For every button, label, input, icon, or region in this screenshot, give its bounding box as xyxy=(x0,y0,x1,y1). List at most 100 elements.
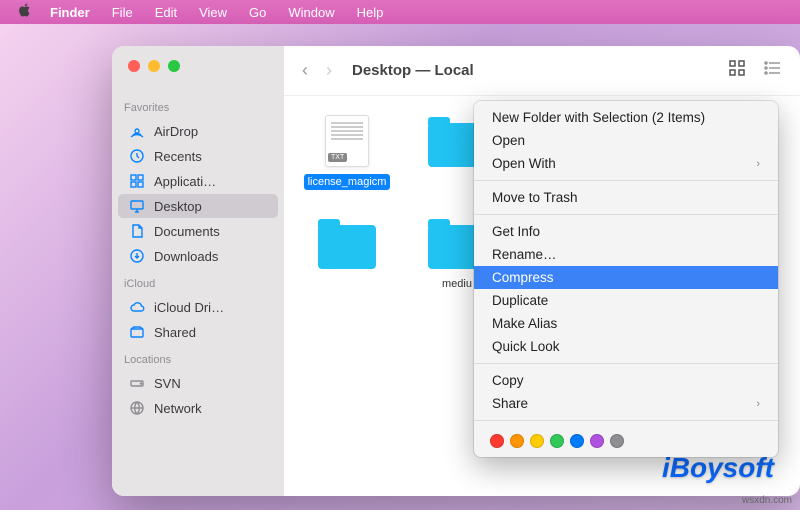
sidebar-item-label: Network xyxy=(154,401,202,416)
sidebar-item-label: iCloud Dri… xyxy=(154,300,224,315)
context-menu-label: New Folder with Selection (2 Items) xyxy=(492,110,705,125)
watermark-site: wsxdn.com xyxy=(742,495,792,506)
window-controls xyxy=(112,60,284,72)
close-button[interactable] xyxy=(128,60,140,72)
icon-view-button[interactable] xyxy=(728,59,746,82)
context-menu-item-move-to-trash[interactable]: Move to Trash xyxy=(474,186,778,209)
file-item[interactable] xyxy=(304,214,390,292)
file-label: license_magicm xyxy=(304,174,391,190)
context-menu-item-compress[interactable]: Compress xyxy=(474,266,778,289)
context-menu: New Folder with Selection (2 Items) Open O… xyxy=(474,101,778,457)
sidebar-item-svn[interactable]: SVN xyxy=(118,371,278,395)
cloud-icon xyxy=(128,299,146,315)
sidebar-item-label: Recents xyxy=(154,149,202,164)
context-menu-label: Duplicate xyxy=(492,293,548,308)
context-menu-item-make-alias[interactable]: Make Alias xyxy=(474,312,778,335)
finder-window: Favorites AirDrop Recents Applicati… Desktop… xyxy=(112,46,800,496)
file-label xyxy=(343,276,351,278)
context-menu-item-open[interactable]: Open xyxy=(474,129,778,152)
minimize-button[interactable] xyxy=(148,60,160,72)
sidebar-item-documents[interactable]: Documents xyxy=(118,219,278,243)
separator xyxy=(474,420,778,421)
sidebar: Favorites AirDrop Recents Applicati… Desktop… xyxy=(112,46,284,496)
back-button[interactable]: ‹ xyxy=(302,60,308,81)
menubar-view[interactable]: View xyxy=(199,5,227,20)
menubar: Finder File Edit View Go Window Help xyxy=(0,0,800,24)
sidebar-item-label: Applicati… xyxy=(154,174,216,189)
content-area[interactable]: TXTlicense_magicmTXTtest1mediu New Folde… xyxy=(284,96,800,496)
menubar-file[interactable]: File xyxy=(112,5,133,20)
tag-color[interactable] xyxy=(570,434,584,448)
apps-icon xyxy=(128,173,146,189)
desktop-icon xyxy=(128,198,146,214)
separator xyxy=(474,180,778,181)
context-menu-label: Copy xyxy=(492,373,524,388)
downloads-icon xyxy=(128,248,146,264)
menubar-go[interactable]: Go xyxy=(249,5,266,20)
sidebar-section-label: Favorites xyxy=(112,98,284,118)
sidebar-item-label: Desktop xyxy=(154,199,202,214)
file-label: mediu xyxy=(438,276,476,292)
context-menu-item-copy[interactable]: Copy xyxy=(474,369,778,392)
context-menu-label: Quick Look xyxy=(492,339,560,354)
folder-icon xyxy=(318,225,376,269)
context-menu-item-quick-look[interactable]: Quick Look xyxy=(474,335,778,358)
context-menu-item-open-with[interactable]: Open With › xyxy=(474,152,778,175)
forward-button[interactable]: › xyxy=(326,60,332,81)
sidebar-item-airdrop[interactable]: AirDrop xyxy=(118,119,278,143)
sidebar-item-recents[interactable]: Recents xyxy=(118,144,278,168)
clock-icon xyxy=(128,148,146,164)
zoom-button[interactable] xyxy=(168,60,180,72)
context-menu-item-new-folder-with-selection-items[interactable]: New Folder with Selection (2 Items) xyxy=(474,106,778,129)
sidebar-item-label: SVN xyxy=(154,376,181,391)
context-menu-label: Make Alias xyxy=(492,316,557,331)
list-view-button[interactable] xyxy=(764,59,782,82)
main-area: ‹ › Desktop — Local TXT license_magicmTXT… xyxy=(284,46,800,496)
context-menu-label: Compress xyxy=(492,270,554,285)
toolbar: ‹ › Desktop — Local xyxy=(284,46,800,96)
sidebar-item-applicati[interactable]: Applicati… xyxy=(118,169,278,193)
text-file-icon: TXT xyxy=(325,115,369,167)
file-label xyxy=(453,174,461,176)
sidebar-section-label: Locations xyxy=(112,350,284,370)
menubar-window[interactable]: Window xyxy=(288,5,334,20)
menubar-help[interactable]: Help xyxy=(357,5,384,20)
context-menu-label: Open xyxy=(492,133,525,148)
sidebar-section-label: iCloud xyxy=(112,274,284,294)
context-menu-item-rename[interactable]: Rename… xyxy=(474,243,778,266)
apple-logo-icon[interactable] xyxy=(18,3,32,21)
context-menu-label: Open With xyxy=(492,156,556,171)
airdrop-icon xyxy=(128,123,146,139)
file-item[interactable]: TXT license_magicm xyxy=(304,112,390,190)
tag-color[interactable] xyxy=(490,434,504,448)
sidebar-item-network[interactable]: Network xyxy=(118,396,278,420)
sidebar-item-label: Downloads xyxy=(154,249,218,264)
sidebar-item-label: Documents xyxy=(154,224,220,239)
sidebar-item-iclouddri[interactable]: iCloud Dri… xyxy=(118,295,278,319)
tag-color[interactable] xyxy=(550,434,564,448)
tag-color[interactable] xyxy=(510,434,524,448)
context-menu-item-duplicate[interactable]: Duplicate xyxy=(474,289,778,312)
chevron-right-icon: › xyxy=(756,398,760,410)
menubar-app[interactable]: Finder xyxy=(50,5,90,20)
tag-color-row xyxy=(474,426,778,452)
drive-icon xyxy=(128,375,146,391)
sidebar-item-label: AirDrop xyxy=(154,124,198,139)
sidebar-item-desktop[interactable]: Desktop xyxy=(118,194,278,218)
context-menu-label: Share xyxy=(492,396,528,411)
chevron-right-icon: › xyxy=(756,158,760,170)
context-menu-label: Get Info xyxy=(492,224,540,239)
context-menu-item-share[interactable]: Share › xyxy=(474,392,778,415)
sidebar-item-label: Shared xyxy=(154,325,196,340)
context-menu-item-get-info[interactable]: Get Info xyxy=(474,220,778,243)
location-title: Desktop — Local xyxy=(352,62,716,79)
menubar-edit[interactable]: Edit xyxy=(155,5,177,20)
tag-color[interactable] xyxy=(530,434,544,448)
doc-icon xyxy=(128,223,146,239)
separator xyxy=(474,214,778,215)
tag-color[interactable] xyxy=(610,434,624,448)
sidebar-item-shared[interactable]: Shared xyxy=(118,320,278,344)
globe-icon xyxy=(128,400,146,416)
sidebar-item-downloads[interactable]: Downloads xyxy=(118,244,278,268)
tag-color[interactable] xyxy=(590,434,604,448)
